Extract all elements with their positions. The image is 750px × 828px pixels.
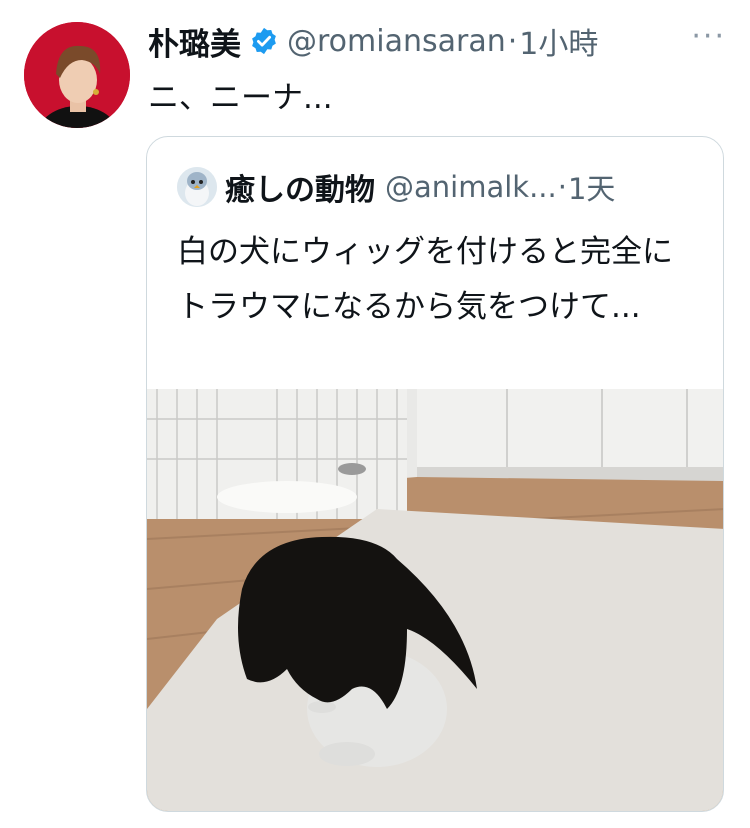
author-avatar[interactable] — [24, 22, 130, 128]
quoted-author-name: 癒しの動物 — [225, 173, 375, 208]
quoted-tweet-photo[interactable] — [147, 389, 723, 811]
quoted-tweet-header: 癒しの動物 @animalk... · 1天 — [177, 165, 703, 209]
quoted-tweet-card[interactable]: 癒しの動物 @animalk... · 1天 白の犬にウィッグを付けると完全にト… — [146, 136, 724, 812]
tweet-text: ニ、ニーナ... — [148, 80, 333, 116]
more-options-icon[interactable]: ··· — [691, 22, 726, 52]
quoted-header-separator: · — [557, 170, 567, 204]
author-name[interactable]: 朴璐美 — [148, 19, 241, 64]
quoted-author-handle: @animalk... — [385, 170, 557, 204]
header-separator: · — [507, 23, 518, 59]
quoted-tweet-timestamp: 1天 — [567, 172, 616, 206]
tweet-timestamp[interactable]: 1小時 — [519, 19, 598, 63]
tweet-header: 朴璐美 @romiansaran · 1小時 — [148, 18, 730, 64]
quoted-tweet-text: 白の犬にウィッグを付けると完全にトラウマになるから気をつけて... — [177, 234, 673, 325]
author-handle[interactable]: @romiansaran — [287, 24, 506, 59]
verified-badge-icon — [249, 26, 279, 56]
quoted-author-avatar — [177, 167, 217, 207]
